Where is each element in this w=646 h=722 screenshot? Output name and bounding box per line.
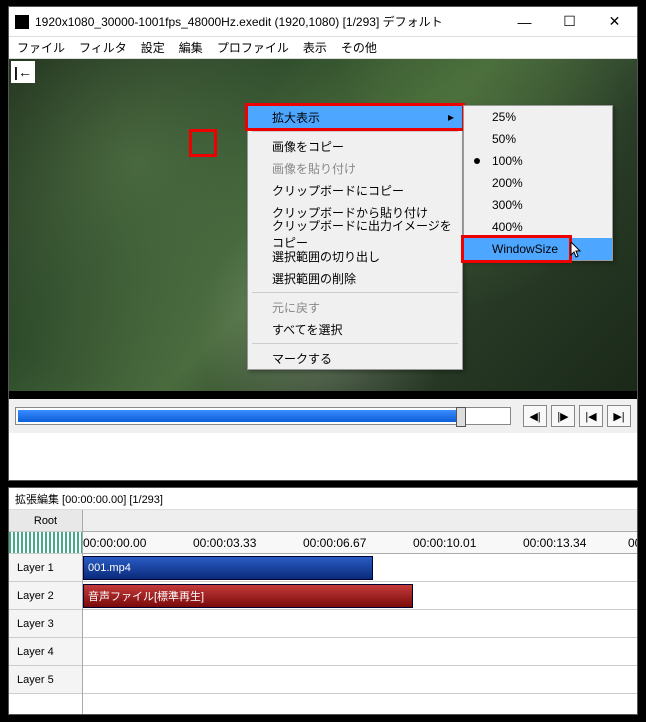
timeline-scrollbar-top[interactable] (83, 510, 637, 532)
timeline-tracks[interactable]: 00:00:00.00 00:00:03.33 00:00:06.67 00:0… (83, 510, 637, 714)
zoom-400[interactable]: 400% (464, 216, 612, 238)
minimize-button[interactable]: — (502, 7, 547, 36)
ruler-tick: 00:00:03.33 (193, 536, 256, 550)
audio-clip[interactable]: 音声ファイル[標準再生] (83, 584, 413, 608)
separator (252, 292, 458, 293)
menu-other[interactable]: その他 (341, 39, 377, 56)
ruler-tick: 00:00:16. (628, 536, 637, 550)
zoom-200[interactable]: 200% (464, 172, 612, 194)
back-arrow-button[interactable]: |← (11, 61, 35, 83)
zoom-submenu: 25% 50% 100% 200% 300% 400% WindowSize (463, 105, 613, 261)
zoom-windowsize-label: WindowSize (492, 242, 558, 256)
layer-4-label[interactable]: Layer 4 (9, 638, 82, 666)
menu-edit[interactable]: 編集 (179, 39, 203, 56)
ctx-zoom[interactable]: 拡大表示 ▸ (248, 106, 462, 128)
menu-profile[interactable]: プロファイル (217, 39, 289, 56)
titlebar[interactable]: 1920x1080_30000-1001fps_48000Hz.exedit (… (9, 7, 637, 37)
close-button[interactable]: ✕ (592, 7, 637, 36)
highlight-box-icon (189, 129, 217, 157)
seekbar[interactable] (15, 407, 511, 425)
timeline-ruler[interactable]: 00:00:00.00 00:00:03.33 00:00:06.67 00:0… (83, 532, 637, 554)
audio-header-row[interactable] (9, 532, 82, 554)
last-frame-button[interactable]: ▶| (607, 405, 631, 427)
track-4[interactable] (83, 638, 637, 666)
bullet-icon (474, 158, 480, 164)
menubar: ファイル フィルタ 設定 編集 プロファイル 表示 その他 (9, 37, 637, 59)
ruler-tick: 00:00:06.67 (303, 536, 366, 550)
maximize-button[interactable]: ☐ (547, 7, 592, 36)
menu-settings[interactable]: 設定 (141, 39, 165, 56)
ctx-paste-image: 画像を貼り付け (248, 157, 462, 179)
ctx-clipboard-copy[interactable]: クリップボードにコピー (248, 179, 462, 201)
zoom-windowsize[interactable]: WindowSize (464, 238, 612, 260)
ctx-clipboard-outimage[interactable]: クリップボードに出力イメージをコピー (248, 223, 462, 245)
separator (252, 343, 458, 344)
layer-2-label[interactable]: Layer 2 (9, 582, 82, 610)
ctx-undo: 元に戻す (248, 296, 462, 318)
layer-1-label[interactable]: Layer 1 (9, 554, 82, 582)
timeline-title[interactable]: 拡張編集 [00:00:00.00] [1/293] (9, 488, 637, 510)
layer-5-label[interactable]: Layer 5 (9, 666, 82, 694)
ruler-tick: 00:00:13.34 (523, 536, 586, 550)
zoom-100[interactable]: 100% (464, 150, 612, 172)
cursor-icon (570, 242, 584, 260)
main-window: 1920x1080_30000-1001fps_48000Hz.exedit (… (8, 6, 638, 481)
zoom-100-label: 100% (492, 154, 523, 168)
ctx-cut-selection[interactable]: 選択範囲の切り出し (248, 245, 462, 267)
zoom-50[interactable]: 50% (464, 128, 612, 150)
zoom-25[interactable]: 25% (464, 106, 612, 128)
seekbar-handle[interactable] (456, 407, 466, 427)
ctx-delete-selection[interactable]: 選択範囲の削除 (248, 267, 462, 289)
track-5[interactable] (83, 666, 637, 694)
ruler-tick: 00:00:00.00 (83, 536, 146, 550)
window-title: 1920x1080_30000-1001fps_48000Hz.exedit (… (35, 13, 502, 30)
menu-file[interactable]: ファイル (17, 39, 65, 56)
seekbar-fill (18, 410, 458, 422)
ctx-select-all[interactable]: すべてを選択 (248, 318, 462, 340)
app-icon (15, 15, 29, 29)
menu-filter[interactable]: フィルタ (79, 39, 127, 56)
prev-frame-button[interactable]: ◀| (523, 405, 547, 427)
timeline-window: 拡張編集 [00:00:00.00] [1/293] Root Layer 1 … (8, 487, 638, 715)
layer-3-label[interactable]: Layer 3 (9, 610, 82, 638)
waveform-area[interactable] (9, 391, 637, 399)
ctx-zoom-label: 拡大表示 (272, 109, 320, 126)
context-menu: 拡大表示 ▸ 画像をコピー 画像を貼り付け クリップボードにコピー クリップボー… (247, 105, 463, 370)
play-button[interactable]: |▶ (551, 405, 575, 427)
ruler-tick: 00:00:10.01 (413, 536, 476, 550)
chevron-right-icon: ▸ (448, 110, 454, 124)
ctx-copy-image[interactable]: 画像をコピー (248, 135, 462, 157)
track-2[interactable]: 音声ファイル[標準再生] (83, 582, 637, 610)
playback-controls: ◀| |▶ |◀ ▶| (9, 399, 637, 433)
track-1[interactable]: 001.mp4 (83, 554, 637, 582)
separator (252, 131, 458, 132)
video-clip[interactable]: 001.mp4 (83, 556, 373, 580)
zoom-300[interactable]: 300% (464, 194, 612, 216)
root-row[interactable]: Root (9, 510, 82, 532)
menu-display[interactable]: 表示 (303, 39, 327, 56)
timeline-left-panel: Root Layer 1 Layer 2 Layer 3 Layer 4 Lay… (9, 510, 83, 714)
track-3[interactable] (83, 610, 637, 638)
ctx-mark[interactable]: マークする (248, 347, 462, 369)
first-frame-button[interactable]: |◀ (579, 405, 603, 427)
